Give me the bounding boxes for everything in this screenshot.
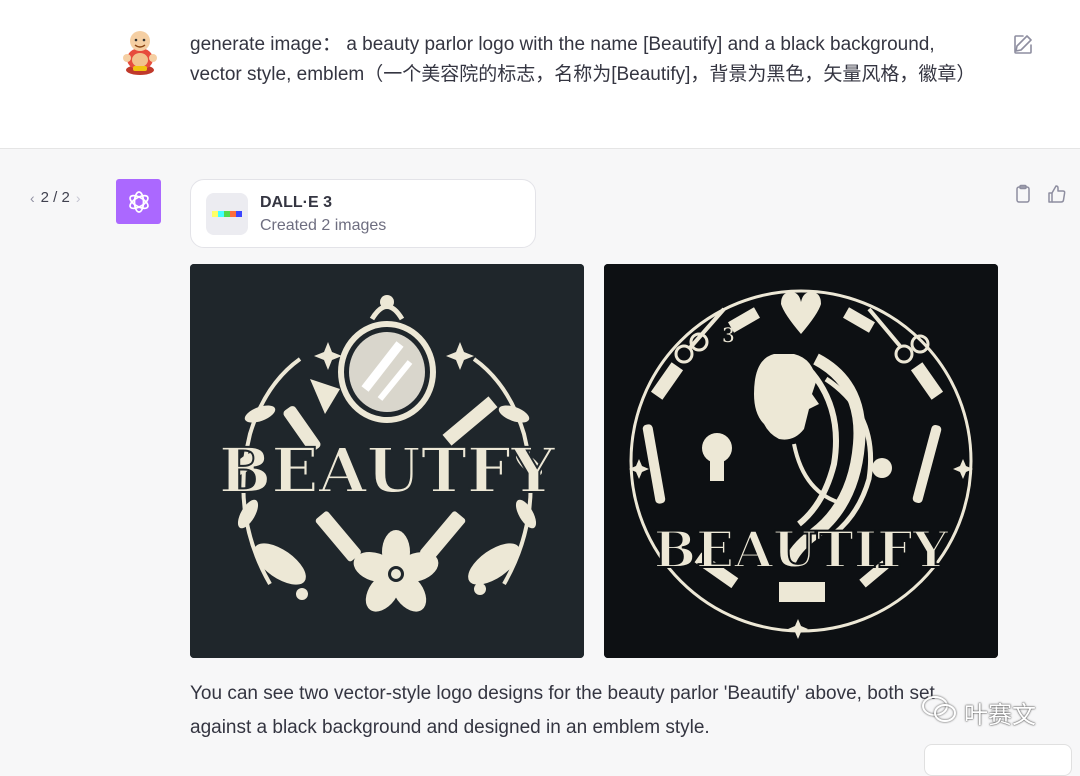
tool-subtitle: Created 2 images (260, 217, 387, 234)
user-avatar-icon (118, 26, 162, 76)
scroll-down-button[interactable] (924, 744, 1072, 776)
thumbs-up-icon[interactable] (1047, 184, 1067, 204)
response-pager: ‹ 2 / 2 › (30, 189, 81, 206)
assistant-message-text: You can see two vector-style logo design… (190, 683, 935, 738)
generated-image-2[interactable]: 3 BEAUTIFY (604, 264, 998, 658)
image-2-wordmark: BEAUTIFY (654, 520, 950, 579)
wechat-icon (920, 694, 958, 730)
pager-next-button[interactable]: › (76, 190, 81, 206)
image-1-wordmark: BEAUTFY (219, 434, 556, 507)
tool-title: DALL·E 3 (260, 194, 332, 211)
dalle-tool-card: DALL·E 3 Created 2 images (190, 179, 536, 248)
watermark: 叶赛文 (920, 694, 1036, 730)
clipboard-icon[interactable] (1013, 184, 1033, 204)
user-message-text: generate image： a beauty parlor logo wit… (190, 34, 976, 85)
pager-label: 2 / 2 (40, 189, 70, 206)
chatgpt-logo-icon (116, 179, 161, 224)
generated-image-1[interactable]: BEAUTFY (190, 264, 584, 658)
user-message-block: generate image： a beauty parlor logo wit… (0, 0, 1080, 149)
image-2-number-mark: 3 (722, 323, 735, 347)
pager-prev-button[interactable]: ‹ (30, 190, 35, 206)
watermark-text: 叶赛文 (964, 700, 1036, 729)
edit-icon[interactable] (1012, 33, 1034, 55)
dalle-icon (206, 193, 248, 235)
